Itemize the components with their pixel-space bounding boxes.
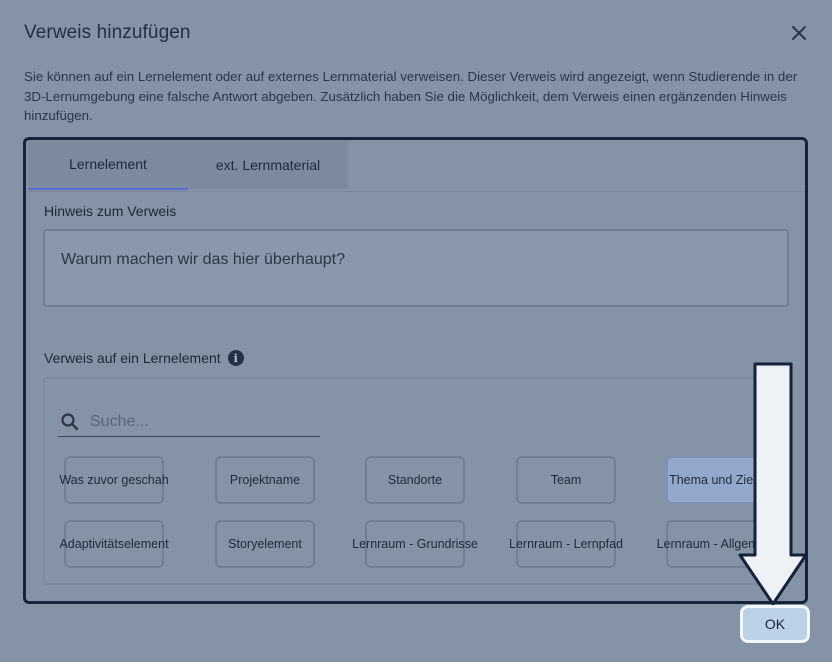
tab-ext-lernmaterial[interactable]: ext. Lernmaterial: [188, 140, 348, 189]
add-reference-dialog: Verweis hinzufügen Sie können auf ein Le…: [0, 0, 832, 662]
element-chip[interactable]: Projektname: [215, 456, 315, 504]
element-chip[interactable]: Lernraum - Lernpfad: [509, 520, 623, 568]
element-chip[interactable]: Adaptivitätselement: [59, 520, 169, 568]
element-chip[interactable]: Was zuvor geschah: [59, 456, 169, 504]
arrow-down-icon: [738, 362, 808, 606]
hint-label: Hinweis zum Verweis: [44, 203, 177, 219]
reference-panel: Lernelement ext. Lernmaterial Hinweis zu…: [23, 137, 808, 604]
tab-bar: Lernelement ext. Lernmaterial: [26, 140, 805, 192]
search-icon: [61, 412, 79, 430]
element-chip[interactable]: Standorte: [365, 456, 465, 504]
search-field[interactable]: [58, 407, 320, 437]
hint-text: Warum machen wir das hier überhaupt?: [61, 251, 345, 268]
reference-label: Verweis auf ein Lernelement: [44, 350, 221, 366]
element-chip[interactable]: Storyelement: [215, 520, 315, 568]
hint-textarea[interactable]: Warum machen wir das hier überhaupt?: [43, 229, 789, 307]
tab-lernelement[interactable]: Lernelement: [28, 140, 188, 190]
reference-label-row: Verweis auf ein Lernelement i: [44, 350, 244, 366]
dialog-description: Sie können auf ein Lernelement oder auf …: [24, 69, 798, 123]
close-icon[interactable]: [786, 20, 812, 46]
element-chip[interactable]: Lernraum - Grundrisse: [352, 520, 478, 568]
search-input[interactable]: [90, 412, 310, 431]
dialog-title: Verweis hinzufügen: [24, 22, 191, 43]
ok-button[interactable]: OK: [740, 605, 810, 643]
element-chip[interactable]: Team: [516, 456, 616, 504]
element-selector: Was zuvor geschah Projektname Standorte …: [43, 377, 789, 585]
info-icon[interactable]: i: [227, 350, 244, 366]
